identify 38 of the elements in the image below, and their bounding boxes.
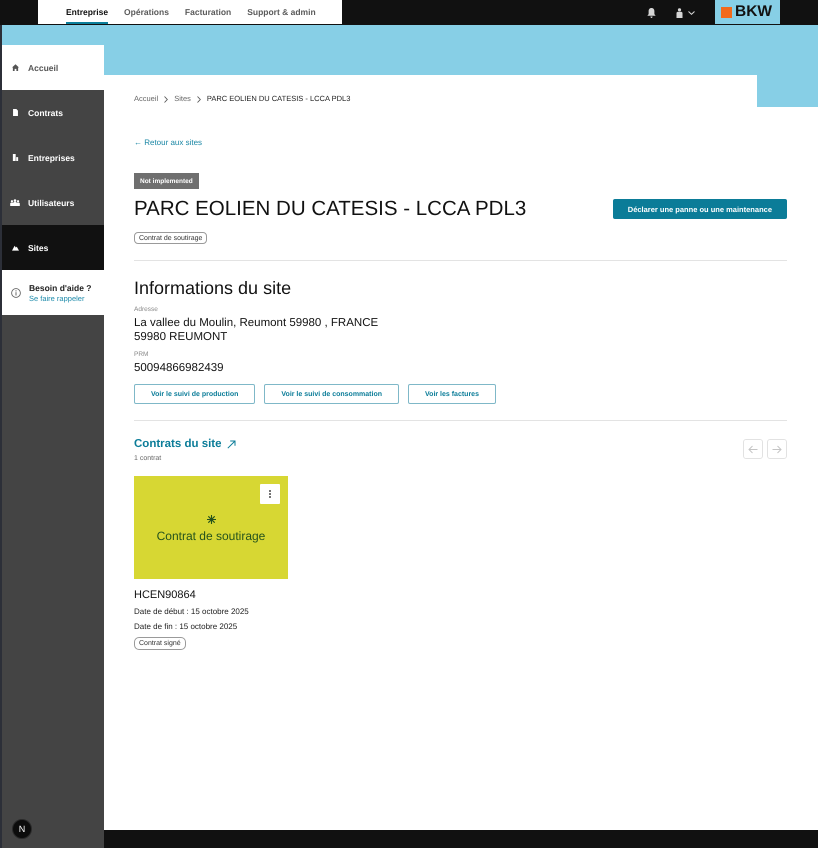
chevron-down-icon: [688, 10, 695, 14]
field-value: La vallee du Moulin, Reumont 59980 , FRANCE 59980 REUMONT: [134, 316, 378, 344]
contract-reference: HCEN90864: [134, 588, 196, 602]
end-date: Date de fin : 15 octobre 2025: [134, 621, 238, 633]
chevron-right-icon: [164, 96, 168, 102]
help-title: Besoin d'aide ?: [29, 282, 92, 292]
external-link-icon: [226, 440, 236, 448]
logo-mark-icon: [721, 6, 732, 18]
home-icon: [12, 64, 19, 71]
info-icon: [11, 288, 21, 298]
nav-tab[interactable]: Facturation: [184, 0, 232, 24]
contract-type-label: Contrat de soutirage: [156, 529, 266, 543]
start-date: Date de début : 15 octobre 2025: [134, 606, 249, 618]
mountain-icon: [12, 244, 19, 251]
logo-tile[interactable]: BKW: [715, 0, 780, 24]
sidebar-item[interactable]: Sites: [2, 225, 104, 270]
arrow-left-icon: [748, 444, 758, 454]
section-title: Informations du site: [134, 277, 292, 299]
dev-tools-button[interactable]: N: [12, 819, 32, 839]
contract-tile[interactable]: Contrat de soutirage: [134, 476, 288, 579]
field-value: 50094866982439: [134, 361, 224, 375]
document-icon: [12, 109, 19, 116]
brand-name: BKW: [735, 4, 772, 20]
bell-icon[interactable]: [647, 8, 656, 18]
asterisk-icon: [206, 515, 216, 524]
back-link[interactable]: ← Retour aux sites: [134, 137, 202, 149]
chevron-right-icon: [196, 96, 201, 102]
arrow-right-icon: [772, 444, 782, 454]
more-options-button[interactable]: [260, 484, 280, 504]
user-menu-button[interactable]: [676, 8, 695, 18]
person-icon: [676, 8, 683, 18]
people-icon: [10, 199, 20, 206]
nav-tab[interactable]: Opérations: [124, 0, 169, 24]
building-icon: [12, 154, 19, 161]
sidebar-item[interactable]: Accueil: [2, 45, 104, 90]
nav-tab[interactable]: Support & admin: [247, 0, 316, 24]
contracts-link[interactable]: Contrats du site: [134, 437, 236, 451]
page-title: PARC EOLIEN DU CATESIS - LCCA PDL3: [134, 196, 526, 222]
